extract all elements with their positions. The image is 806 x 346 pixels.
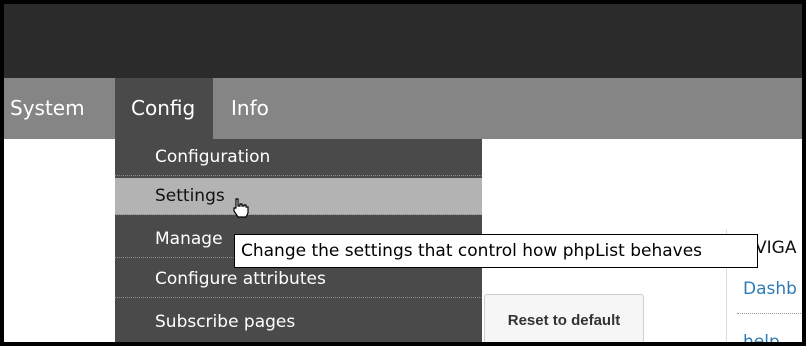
hand-pointer-icon (233, 198, 249, 218)
menu-item-subscribe-pages[interactable]: Subscribe pages (115, 304, 482, 341)
main-nav: System Config Info (4, 78, 802, 139)
nav-config[interactable]: Config (115, 78, 213, 139)
side-divider (737, 313, 802, 314)
top-header-bar (4, 4, 802, 78)
settings-tooltip: Change the settings that control how php… (234, 234, 758, 268)
side-panel-title: VIGA (755, 238, 797, 258)
menu-item-settings[interactable]: Settings (115, 178, 482, 215)
side-link-dashboard[interactable]: Dashb (743, 279, 797, 299)
side-link-help[interactable]: help (743, 332, 780, 342)
nav-system[interactable]: System (4, 78, 115, 139)
reset-to-default-button[interactable]: Reset to default (484, 294, 644, 342)
menu-item-configuration[interactable]: Configuration (115, 139, 482, 176)
app-window: System Config Info Configuration Setting… (4, 4, 802, 342)
nav-info[interactable]: Info (213, 78, 293, 139)
